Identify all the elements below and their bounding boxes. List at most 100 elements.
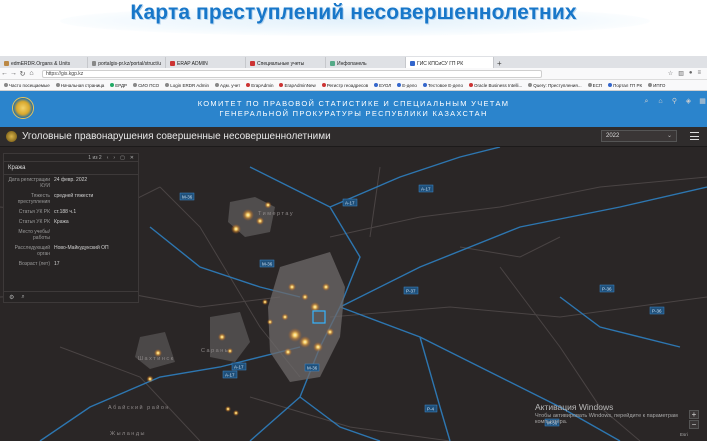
- road-shield: A-17: [418, 184, 434, 193]
- settings-icon[interactable]: ⚙: [9, 294, 14, 301]
- bookmark-icon[interactable]: ☆: [668, 70, 673, 77]
- year-select[interactable]: 2022 ⌄: [601, 130, 677, 142]
- incident-point: [299, 336, 311, 348]
- bookmark-item[interactable]: СИО ПСО: [133, 83, 159, 88]
- bookmark-item[interactable]: Oracle Business Intelli...: [468, 83, 522, 88]
- bookmark-icon: [55, 83, 60, 88]
- popup-field: Дата регистрации КУИ 24 февр. 2022: [4, 175, 138, 191]
- bookmark-label: Портал ГП РК: [613, 82, 643, 88]
- bookmark-label: Тестовое Е-дело: [427, 82, 463, 88]
- browser-tab[interactable]: ERAP ADMIN: [166, 57, 246, 68]
- bookmark-item[interactable]: Регистр геоадресов: [321, 82, 369, 88]
- banner-line-1: КОМИТЕТ ПО ПРАВОВОЙ СТАТИСТИКЕ И СПЕЦИАЛ…: [197, 99, 510, 108]
- tab-label: ERAP ADMIN: [177, 60, 208, 67]
- incident-point: [233, 410, 239, 416]
- bookmark-item[interactable]: ErapAdmin: [246, 83, 273, 88]
- library-icon[interactable]: ▥: [678, 70, 684, 77]
- zoom-to-icon[interactable]: ⌕: [21, 294, 24, 301]
- popup-field: Расследующий орган Ново-Майкудукский ОП: [4, 243, 138, 259]
- windows-activation-notice: Активация Windows Чтобы активировать Win…: [535, 402, 685, 425]
- bookmark-item[interactable]: Тестовое Е-дело: [422, 82, 463, 88]
- forward-icon[interactable]: →: [9, 70, 18, 77]
- road-shield: M-36: [259, 259, 275, 268]
- incident-point: [284, 348, 292, 356]
- bookmark-item[interactable]: ЕСП: [587, 82, 603, 88]
- bookmark-item[interactable]: Начальная страница: [55, 83, 104, 88]
- bookmark-item[interactable]: ИПГО: [648, 83, 665, 88]
- url-input[interactable]: https://gis.kgp.kz: [42, 69, 542, 78]
- browser-tab-active[interactable]: ГИС КПСиСУ ГП РК: [406, 57, 494, 68]
- field-key: Место учебы/работы: [18, 229, 50, 241]
- incident-point: [231, 224, 241, 234]
- home-icon[interactable]: ⌂: [27, 70, 36, 77]
- bookmark-icon: [133, 83, 138, 88]
- svg-text:A-17: A-17: [234, 365, 244, 370]
- new-tab-button[interactable]: +: [494, 59, 504, 68]
- bookmark-icon: [110, 83, 115, 88]
- reload-icon[interactable]: ↻: [18, 70, 27, 78]
- bookmark-label: СИО ПСО: [138, 82, 160, 88]
- svg-text:P-36: P-36: [602, 287, 612, 292]
- address-bar: ← → ↻ ⌂ https://gis.kgp.kz ☆ ▥ ● ≡: [0, 68, 707, 80]
- search-icon[interactable]: ⌕: [642, 97, 651, 106]
- year-select-value: 2022: [606, 133, 620, 139]
- prev-icon[interactable]: ‹: [107, 155, 109, 161]
- bookmark-icon: [321, 83, 326, 88]
- account-icon[interactable]: ●: [689, 70, 693, 77]
- bookmark-label: ЕСП: [592, 82, 603, 88]
- home-extent-icon[interactable]: ⌂: [656, 97, 665, 106]
- filter-icon[interactable]: ⚲: [670, 97, 679, 106]
- hamburger-menu-icon[interactable]: [690, 132, 699, 140]
- incident-point: [322, 283, 330, 291]
- next-icon[interactable]: ›: [113, 155, 115, 161]
- bookmark-item[interactable]: Login ERDR Admin: [165, 83, 209, 88]
- bookmark-label: Е-дело: [402, 82, 417, 88]
- incident-point: [288, 283, 296, 291]
- bookmark-item[interactable]: ЕУОЛ: [374, 83, 391, 88]
- layers-icon[interactable]: ◈: [684, 97, 693, 106]
- zoom-in-button[interactable]: +: [689, 410, 699, 419]
- field-key: Дата регистрации КУИ: [8, 177, 50, 189]
- svg-text:M-36: M-36: [307, 366, 318, 371]
- basemap-icon[interactable]: ▦: [698, 97, 707, 106]
- feature-popup: 1 из 2 ‹ › ▢ ✕ Кража Дата регистрации КУ…: [3, 153, 139, 303]
- menu-icon[interactable]: ≡: [697, 70, 701, 77]
- bookmark-label: Регистр геоадресов: [326, 82, 369, 88]
- popup-field: Возраст (лет) 17: [4, 259, 138, 269]
- map-attribution: Esri: [680, 432, 688, 437]
- bookmark-item[interactable]: ЕРДР: [110, 83, 127, 88]
- field-value: средней тяжести: [54, 193, 94, 199]
- favicon-icon: [92, 61, 97, 66]
- browser-tab[interactable]: Специальные учеты: [246, 57, 326, 68]
- browser-tab[interactable]: edmERDR.Organs & Units: [0, 57, 88, 68]
- road-shield: P-4: [424, 404, 438, 413]
- close-icon[interactable]: ✕: [130, 155, 134, 161]
- bookmark-item[interactable]: Е-дело: [397, 83, 417, 88]
- incident-point: [242, 209, 254, 221]
- field-key: Статья УК РК: [18, 209, 50, 215]
- dock-icon[interactable]: ▢: [120, 155, 125, 161]
- bookmark-label: ЕУОЛ: [379, 82, 392, 88]
- slide-title-text: Карта преступлений несовершеннолетних: [130, 1, 577, 24]
- bookmark-icon: [528, 83, 533, 88]
- road-shield: A-17: [342, 198, 358, 207]
- road-shield: A-17: [222, 370, 238, 379]
- bookmark-label: Адм. учет: [219, 82, 241, 88]
- bookmark-item[interactable]: Query: Преступления...: [528, 83, 582, 88]
- browser-tab[interactable]: Инфопанель: [326, 57, 406, 68]
- bookmark-item[interactable]: ErapAdminNew: [279, 82, 316, 88]
- popup-actions: ⚙ ⌕: [4, 291, 138, 302]
- svg-text:A-17: A-17: [225, 373, 235, 378]
- bookmark-item[interactable]: Часто посещаемые: [4, 83, 50, 88]
- place-label: Тимертау: [258, 211, 294, 217]
- bookmark-item[interactable]: Адм. учет: [214, 82, 241, 88]
- bookmark-item[interactable]: Портал ГП РК: [608, 83, 642, 88]
- popup-field: Тяжесть преступления средней тяжести: [4, 191, 138, 207]
- browser-tab[interactable]: portalgis-pr.kz/portal/struct/u: [88, 57, 166, 68]
- field-value: 17: [54, 261, 60, 267]
- back-icon[interactable]: ←: [0, 70, 9, 77]
- banner-text: КОМИТЕТ ПО ПРАВОВОЙ СТАТИСТИКЕ И СПЕЦИАЛ…: [0, 99, 707, 119]
- bookmark-label: ErapAdminNew: [284, 82, 316, 88]
- zoom-out-button[interactable]: −: [689, 420, 699, 429]
- incident-point: [262, 299, 268, 305]
